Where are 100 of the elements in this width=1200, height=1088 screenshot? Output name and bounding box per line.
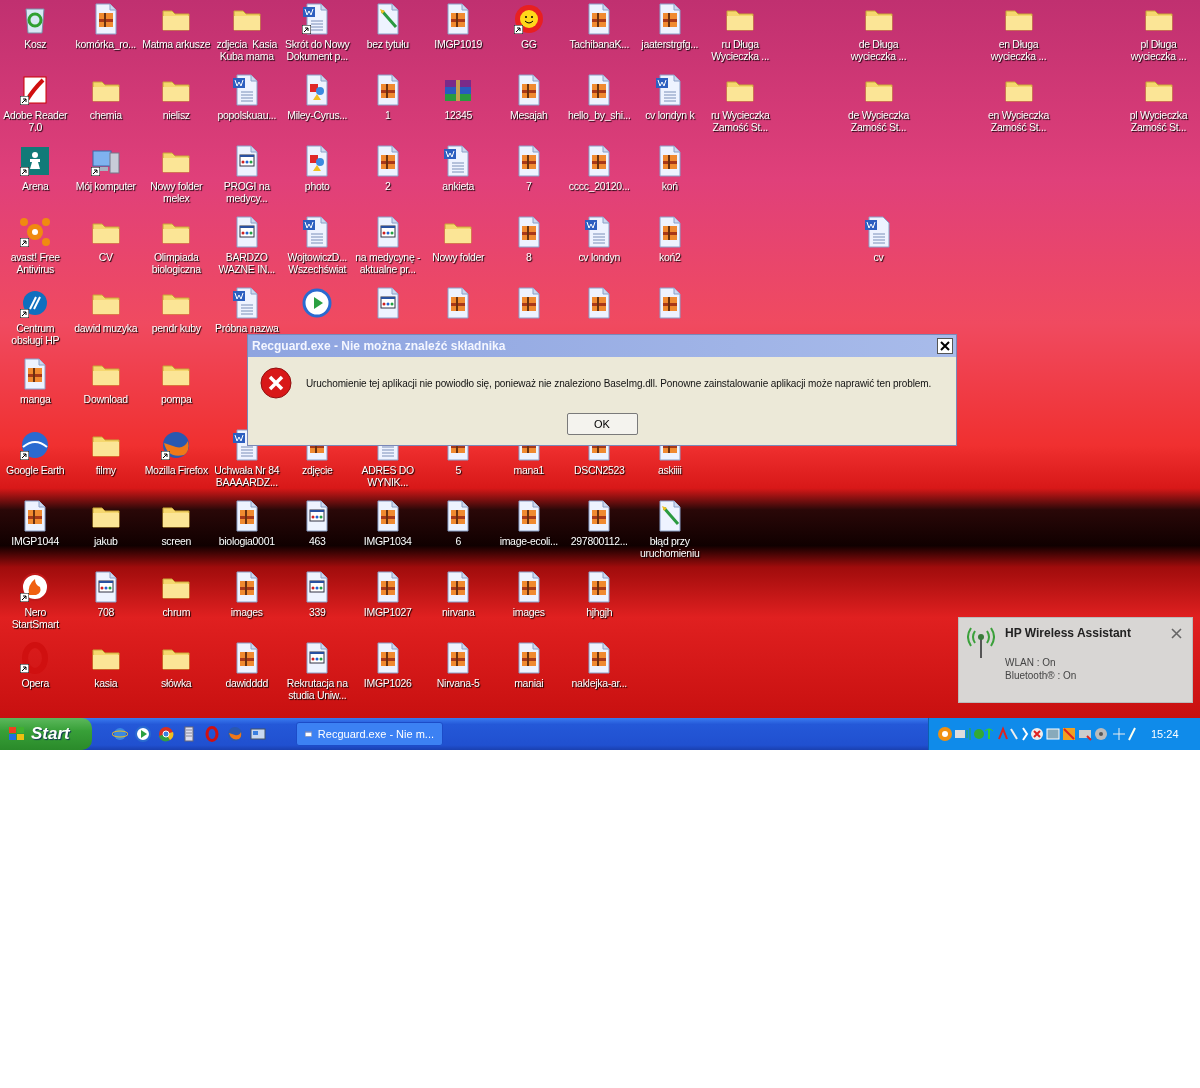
icon-label[interactable]: Nero StartSmart xyxy=(0,606,71,630)
play-icon[interactable] xyxy=(135,726,151,742)
browser-icon[interactable] xyxy=(112,726,128,742)
icon-label[interactable]: avast! Free Antivirus xyxy=(0,251,71,275)
icon-label[interactable]: Arena xyxy=(22,180,49,192)
icon-label[interactable]: GG xyxy=(520,38,537,50)
icon-label[interactable]: koń2 xyxy=(658,251,681,263)
icon-label[interactable]: nirvana xyxy=(442,606,475,618)
icon-label[interactable]: Olimpiada biologiczna xyxy=(141,251,212,275)
icon-label[interactable]: TachibanaK... xyxy=(569,38,630,50)
icon-label[interactable]: komórka_ro... xyxy=(75,38,136,50)
icon-label[interactable]: IMGP1034 xyxy=(363,535,412,547)
icon-label[interactable]: błąd przy uruchomieniu xyxy=(634,535,705,559)
icon-label[interactable]: IMGP1027 xyxy=(363,606,412,618)
icon-label[interactable]: Próbna nazwa xyxy=(215,322,279,334)
start-button[interactable]: Start xyxy=(0,718,92,750)
icon-label[interactable]: cv xyxy=(873,251,884,263)
taskbar-button[interactable]: Recguard.exe - Nie m... xyxy=(296,722,443,746)
icon-label[interactable]: cccc_20120... xyxy=(568,180,630,192)
icon-label[interactable]: ADRES DO WYNIK... xyxy=(352,464,423,488)
icon-label[interactable]: Nirvana-5 xyxy=(436,677,480,689)
icon-label[interactable]: zdjecia Kasia Kuba mama xyxy=(211,38,282,62)
icon-label[interactable]: Mój komputer xyxy=(75,180,136,192)
icon-label[interactable]: PROGI na medycy... xyxy=(211,180,282,204)
icon-label[interactable]: pl Długa wycieczka ... xyxy=(1123,38,1194,62)
icon-label[interactable]: Uchwała Nr 84 BAAAARDZ... xyxy=(211,464,282,488)
icon-label[interactable]: ru Długa Wycieczka ... xyxy=(705,38,776,62)
icon-label[interactable]: dawid muzyka xyxy=(74,322,138,334)
icon-label[interactable]: Centrum obsługi HP xyxy=(0,322,71,346)
icon-label[interactable]: de Wycieczka Zamość St... xyxy=(843,109,914,133)
icon-label[interactable]: manga xyxy=(19,393,51,405)
icon-label[interactable]: cv londyn xyxy=(578,251,621,263)
icon-label[interactable]: IMGP1019 xyxy=(434,38,483,50)
document-icon[interactable] xyxy=(181,726,197,742)
icon-label[interactable]: bez tytułu xyxy=(366,38,409,50)
icon-label[interactable]: koń xyxy=(661,180,678,192)
icon-label[interactable]: nielisz xyxy=(162,109,190,121)
desktop-icon[interactable] xyxy=(250,726,266,742)
icon-label[interactable]: askiiii xyxy=(657,464,682,476)
icon-label[interactable]: Google Earth xyxy=(6,464,65,476)
icon-label[interactable]: Adobe Reader 7.0 xyxy=(0,109,71,133)
icon-label[interactable]: chemia xyxy=(89,109,122,121)
icon-label[interactable]: 7 xyxy=(525,180,532,192)
icon-label[interactable]: dawidddd xyxy=(225,677,269,689)
icon-label[interactable]: 8 xyxy=(525,251,532,263)
icon-label[interactable]: Rekrutacja na studia Uniw... xyxy=(282,677,353,701)
icon-label[interactable]: pompa xyxy=(160,393,192,405)
icon-label[interactable]: hjhgjh xyxy=(586,606,613,618)
icon-label[interactable]: CV xyxy=(98,251,113,263)
icon-label[interactable]: filmy xyxy=(95,464,116,476)
ok-button[interactable]: OK xyxy=(566,413,638,435)
icon-label[interactable]: en Wycieczka Zamość St... xyxy=(983,109,1054,133)
splat-icon[interactable] xyxy=(19,216,52,248)
icon-label[interactable]: na medycynę - aktualne pr... xyxy=(352,251,423,275)
icon-label[interactable]: naklejka-ar... xyxy=(571,677,627,689)
icon-label[interactable]: 463 xyxy=(308,535,326,547)
icon-label[interactable]: kasia xyxy=(94,677,118,689)
icon-label[interactable]: Matma arkusze xyxy=(142,38,211,50)
icon-label[interactable]: ankieta xyxy=(442,180,475,192)
icon-label[interactable]: 6 xyxy=(455,535,461,547)
icon-label[interactable]: Mozilla Firefox xyxy=(144,464,208,476)
icon-label[interactable]: screen xyxy=(161,535,192,547)
icon-label[interactable]: images xyxy=(230,606,263,618)
icon-label[interactable]: cv londyn k xyxy=(645,109,695,121)
icon-label[interactable]: IMGP1026 xyxy=(363,677,412,689)
icon-label[interactable]: de Długa wycieczka ... xyxy=(843,38,914,62)
icon-label[interactable]: Download xyxy=(83,393,128,405)
icon-label[interactable]: Nowy folder xyxy=(432,251,485,263)
icon-label[interactable]: pendr kuby xyxy=(151,322,201,334)
icon-label[interactable]: Skrót do Nowy Dokument p... xyxy=(282,38,353,62)
icon-label[interactable]: jaaterstrgfg... xyxy=(641,38,699,50)
close-icon[interactable] xyxy=(1171,628,1182,639)
sun-face-icon[interactable] xyxy=(512,3,545,35)
icon-label[interactable]: 339 xyxy=(308,606,326,618)
icon-label[interactable]: Nowy folder melex xyxy=(141,180,212,204)
icon-label[interactable]: Opera xyxy=(21,677,50,689)
icon-label[interactable]: hello_by_shi... xyxy=(567,109,631,121)
flame-disc-icon[interactable] xyxy=(19,571,52,603)
icon-label[interactable]: IMGP1044 xyxy=(11,535,60,547)
icon-label[interactable]: zdjęcie xyxy=(301,464,333,476)
icon-label[interactable]: biologia0001 xyxy=(218,535,275,547)
icon-label[interactable]: WojtowiczD... Wszechświat xyxy=(282,251,353,275)
chess-king-icon[interactable] xyxy=(19,145,52,177)
tray-icons-drawing[interactable] xyxy=(937,726,1137,742)
close-button[interactable] xyxy=(937,338,953,354)
icon-label[interactable]: 297800112... xyxy=(570,535,628,547)
icon-label[interactable]: photo xyxy=(304,180,330,192)
icon-label[interactable]: en Długa wycieczka ... xyxy=(983,38,1054,62)
icon-label[interactable]: images xyxy=(512,606,545,618)
icon-label[interactable]: Mesajah xyxy=(509,109,548,121)
icon-label[interactable]: image-ecoli... xyxy=(499,535,558,547)
icon-label[interactable]: 12345 xyxy=(444,109,473,121)
icon-label[interactable]: DSCN2523 xyxy=(573,464,625,476)
icon-label[interactable]: 2 xyxy=(384,180,391,192)
icon-label[interactable]: ru Wycieczka Zamość St... xyxy=(705,109,776,133)
icon-label[interactable]: Kosz xyxy=(24,38,47,50)
icon-label[interactable]: mana1 xyxy=(513,464,545,476)
play-icon[interactable] xyxy=(301,287,334,319)
round-browser-icon[interactable] xyxy=(158,726,174,742)
icon-label[interactable]: Miley-Cyrus... xyxy=(287,109,348,121)
